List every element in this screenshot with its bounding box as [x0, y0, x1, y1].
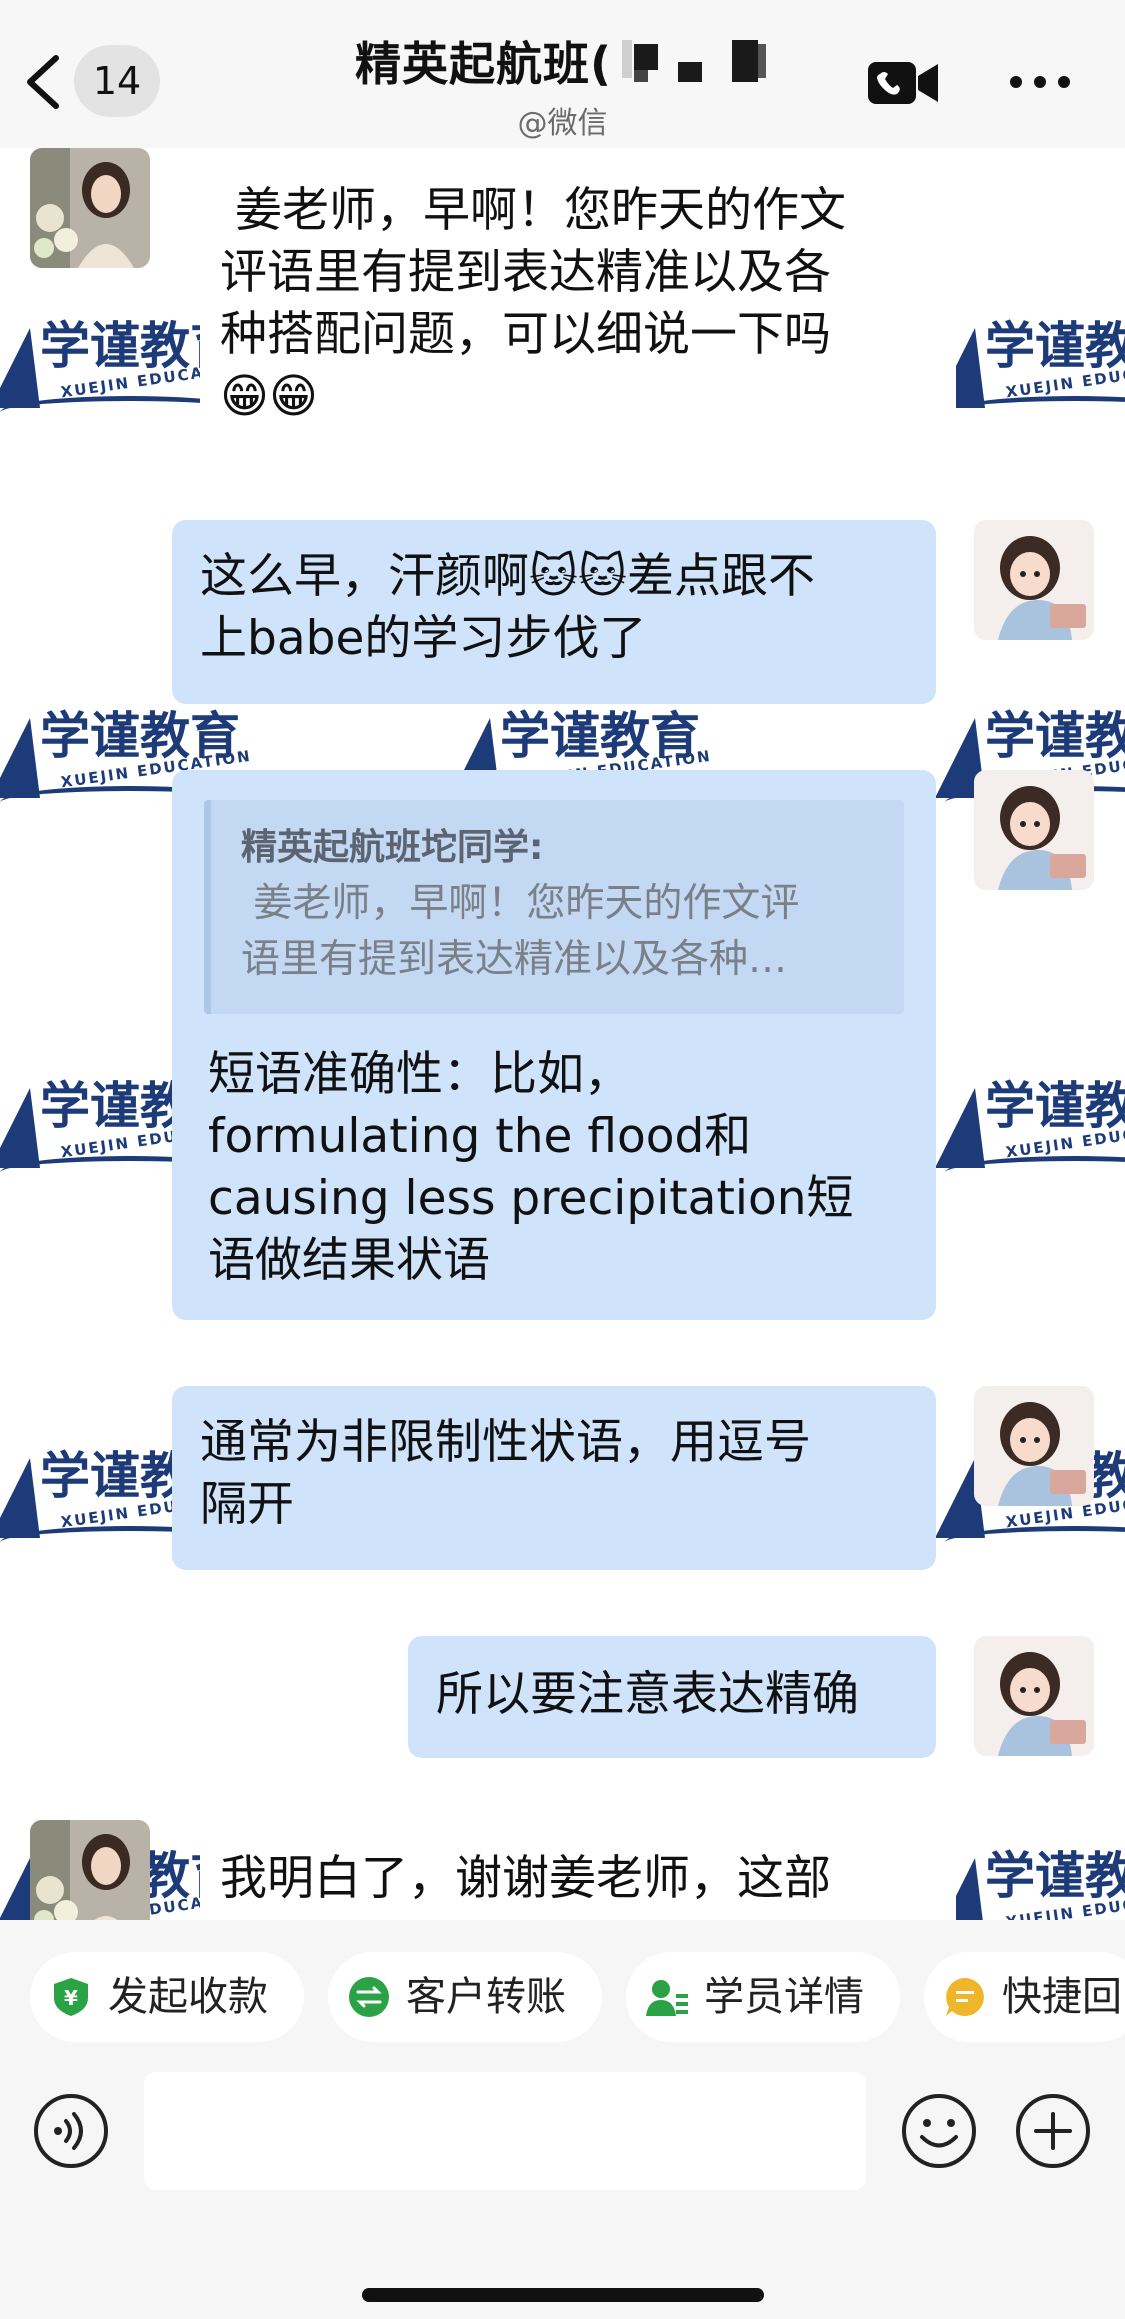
message-text: 所以要注意表达精确 — [436, 1667, 859, 1722]
quick-action-payment[interactable]: ¥ 发起收款 — [30, 1952, 304, 2042]
video-call-icon[interactable] — [866, 58, 940, 108]
quick-action-label: 发起收款 — [108, 1974, 268, 2020]
teacher-avatar[interactable] — [974, 520, 1094, 640]
watermark-text: 学谨教育 — [985, 1847, 1125, 1905]
chat-bubble-sent-quote[interactable]: 精英起航班坨同学: 姜老师，早啊！您昨天的作文评 语里有提到表达精准以及各种… … — [172, 770, 936, 1320]
quick-action-quick-reply[interactable]: 快捷回 — [924, 1952, 1125, 2042]
quick-action-student[interactable]: 学员详情 — [626, 1952, 900, 2042]
student-avatar[interactable] — [30, 1820, 150, 1920]
more-icon[interactable] — [1008, 70, 1072, 94]
watermark-logo: 学谨教育XUEJIN EDUCATION — [935, 1058, 1125, 1178]
payment-shield-icon: ¥ — [54, 1978, 88, 2016]
chat-subtitle: @微信 — [517, 106, 608, 141]
message-text: 短语准确性：比如， formulating the flood和 causing… — [208, 1047, 854, 1288]
quoted-message[interactable]: 精英起航班坨同学: 姜老师，早啊！您昨天的作文评 语里有提到表达精准以及各种… — [204, 800, 904, 1014]
message-text: 这么早，汗颜啊🐱🐱差点跟不 上babe的学习步伐了 — [200, 549, 815, 666]
chat-header: 14 精英起航班( @微信 — [0, 0, 1125, 148]
student-detail-icon — [646, 1980, 688, 2016]
plus-icon[interactable] — [1014, 2092, 1092, 2170]
quick-action-label: 学员详情 — [704, 1974, 864, 2020]
emoji-icon[interactable] — [900, 2092, 978, 2170]
chat-area[interactable]: 学谨教育XUEJIN EDUCATION 学谨教育XUEJIN EDUCATIO… — [0, 148, 1125, 1920]
message-text[interactable]: 我明白了，谢谢姜老师，这部 — [220, 1848, 940, 1910]
watermark-text: 学谨教育 — [985, 707, 1125, 765]
watermark-text: 学谨教育 — [500, 707, 700, 765]
chat-title[interactable]: 精英起航班( — [355, 28, 612, 94]
message-text: 通常为非限制性状语，用逗号 隔开 — [200, 1415, 811, 1532]
voice-icon[interactable] — [32, 2092, 110, 2170]
quote-author: 精英起航班坨同学: — [241, 827, 544, 868]
watermark-text: 学谨教育 — [40, 707, 240, 765]
watermark-subtext: XUEJIN EDUCATION — [1004, 1886, 1125, 1920]
chat-bubble-sent[interactable]: 通常为非限制性状语，用逗号 隔开 — [172, 1386, 936, 1570]
chat-bubble-sent[interactable]: 这么早，汗颜啊🐱🐱差点跟不 上babe的学习步伐了 — [172, 520, 936, 704]
quick-action-transfer[interactable]: 客户转账 — [328, 1952, 602, 2042]
quick-action-label: 客户转账 — [406, 1974, 566, 2020]
watermark-text: 学谨教育 — [985, 1077, 1125, 1135]
watermark-logo: 学谨教育XUEJIN EDUCATION — [935, 1828, 1125, 1920]
input-panel: ¥ 发起收款 客户转账 学员详情 快捷回 — [0, 1920, 1125, 2319]
watermark-subtext: XUEJIN EDUCATION — [1004, 356, 1125, 402]
svg-text:¥: ¥ — [64, 1986, 78, 2010]
message-text[interactable]: 姜老师，早啊！您昨天的作文 评语里有提到表达精准以及各 种搭配问题，可以细说一下… — [220, 180, 940, 428]
teacher-avatar[interactable] — [974, 770, 1094, 890]
quick-reply-icon — [946, 1978, 984, 2016]
watermark-text: 学谨教育 — [985, 317, 1125, 375]
chat-bubble-sent[interactable]: 所以要注意表达精确 — [408, 1636, 936, 1758]
quick-action-label: 快捷回 — [1002, 1974, 1122, 2020]
teacher-avatar[interactable] — [974, 1636, 1094, 1756]
watermark-subtext: XUEJIN EDUCATION — [1004, 1116, 1125, 1162]
watermark-logo: 学谨教育XUEJIN EDUCATION — [935, 298, 1125, 418]
teacher-avatar[interactable] — [974, 1386, 1094, 1506]
transfer-icon — [349, 1977, 389, 2017]
redacted-name — [622, 40, 766, 82]
quote-text: 姜老师，早啊！您昨天的作文评 语里有提到表达精准以及各种… — [241, 881, 800, 982]
student-avatar[interactable] — [30, 148, 150, 268]
home-indicator[interactable] — [362, 2288, 764, 2302]
message-input[interactable] — [144, 2072, 866, 2190]
